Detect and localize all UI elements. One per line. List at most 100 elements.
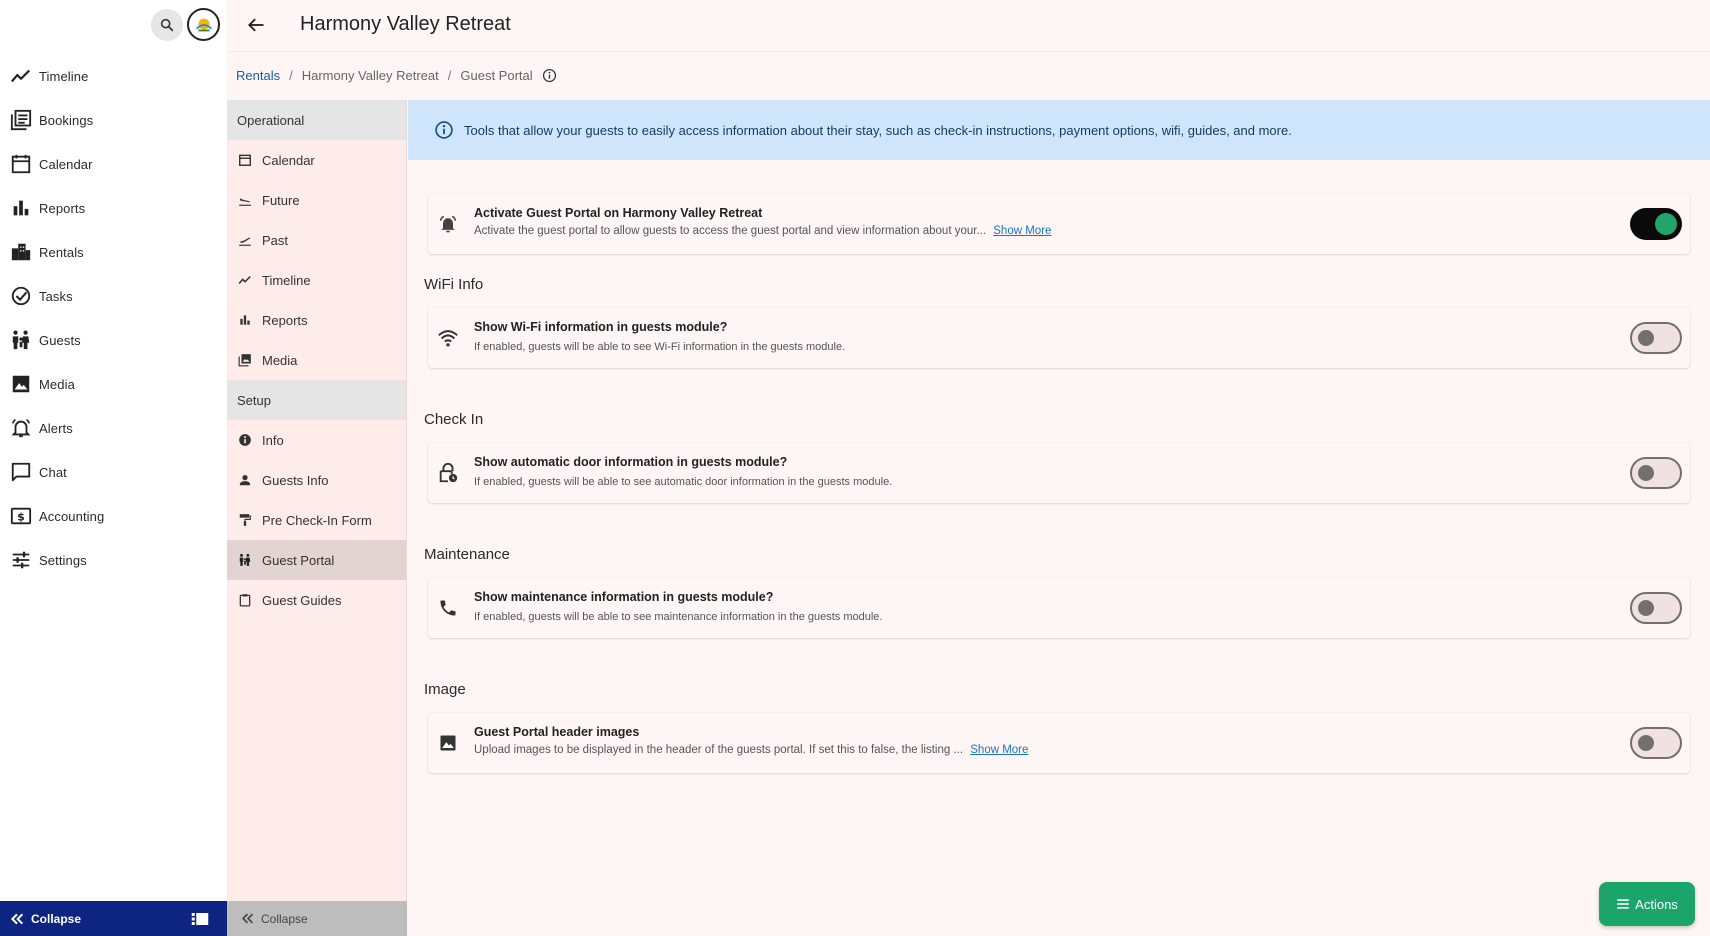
sidebar-item-guests[interactable]: Guests bbox=[0, 318, 227, 362]
subnav-item-label: Media bbox=[262, 352, 298, 368]
door-toggle[interactable] bbox=[1630, 457, 1682, 489]
sidebar-collapse-label: Collapse bbox=[31, 911, 82, 926]
breadcrumb: Rentals / Harmony Valley Retreat / Guest… bbox=[236, 68, 557, 83]
sidebar-item-chat[interactable]: Chat bbox=[0, 450, 227, 494]
sidebar-item-reports[interactable]: Reports bbox=[0, 186, 227, 230]
wifi-toggle[interactable] bbox=[1630, 322, 1682, 354]
show-more-link[interactable]: Show More bbox=[970, 744, 1028, 756]
subnav-collapse-label: Collapse bbox=[261, 911, 308, 926]
maintenance-toggle[interactable] bbox=[1630, 592, 1682, 624]
subnav-section-operational: Operational bbox=[227, 100, 406, 140]
calendar-icon bbox=[9, 152, 33, 176]
header-images-desc-text: Upload images to be displayed in the hea… bbox=[474, 744, 964, 756]
subnav-item-past[interactable]: Past bbox=[227, 220, 406, 260]
logo-icon bbox=[195, 18, 212, 31]
accounting-icon: $ bbox=[9, 504, 33, 528]
list-view-icon[interactable] bbox=[191, 911, 209, 930]
guest-portal-settings: Tools that allow your guests to easily a… bbox=[408, 100, 1710, 936]
sidebar-item-rentals[interactable]: Rentals bbox=[0, 230, 227, 274]
subnav-item-label: Future bbox=[262, 192, 300, 208]
header-images-card: Guest Portal header images Upload images… bbox=[428, 713, 1690, 773]
sidebar-item-label: Calendar bbox=[39, 156, 93, 172]
maintenance-title: Show maintenance information in guests m… bbox=[474, 590, 774, 604]
lock-clock-icon bbox=[436, 461, 460, 485]
header-images-title: Guest Portal header images bbox=[474, 725, 640, 739]
subnav-item-pre-check-in-form[interactable]: Pre Check-In Form bbox=[227, 500, 406, 540]
activate-portal-title: Activate Guest Portal on Harmony Valley … bbox=[474, 206, 763, 220]
wifi-icon bbox=[436, 326, 460, 350]
sidebar-item-bookings[interactable]: Bookings bbox=[0, 98, 227, 142]
sidebar-top bbox=[0, 0, 227, 52]
subnav-item-label: Calendar bbox=[262, 152, 315, 168]
sidebar-nav: Timeline Bookings Calendar Reports Renta… bbox=[0, 54, 227, 582]
sidebar-item-label: Settings bbox=[39, 552, 87, 568]
subnav-item-guest-portal[interactable]: Guest Portal bbox=[227, 540, 406, 580]
arrow-left-icon bbox=[248, 18, 264, 32]
section-title-wifi: WiFi Info bbox=[424, 276, 484, 293]
media-icon bbox=[9, 372, 33, 396]
toggle-knob bbox=[1655, 213, 1677, 235]
breadcrumb-rentals-link[interactable]: Rentals bbox=[236, 68, 280, 83]
sidebar-item-alerts[interactable]: Alerts bbox=[0, 406, 227, 450]
wifi-description: If enabled, guests will be able to see W… bbox=[474, 341, 846, 353]
subnav-collapse-button[interactable]: Collapse bbox=[227, 901, 407, 936]
search-icon bbox=[160, 18, 174, 32]
header-images-toggle[interactable] bbox=[1630, 727, 1682, 759]
back-button[interactable] bbox=[244, 13, 268, 37]
subnav-item-label: Guest Portal bbox=[262, 552, 335, 568]
page-header: Harmony Valley Retreat bbox=[227, 0, 1710, 52]
subnav-item-label: Timeline bbox=[262, 272, 311, 288]
show-more-link[interactable]: Show More bbox=[993, 225, 1051, 237]
sidebar-item-label: Rentals bbox=[39, 244, 84, 260]
sidebar-item-accounting[interactable]: $ Accounting bbox=[0, 494, 227, 538]
toggle-knob bbox=[1638, 735, 1654, 751]
media-icon bbox=[237, 352, 253, 368]
door-card: Show automatic door information in guest… bbox=[428, 443, 1690, 503]
sidebar-item-label: Guests bbox=[39, 332, 81, 348]
property-subnav: Operational Calendar Future Past Timelin… bbox=[227, 100, 407, 936]
family-icon bbox=[237, 552, 253, 568]
rentals-icon bbox=[9, 240, 33, 264]
actions-label: Actions bbox=[1635, 896, 1678, 912]
timeline-icon bbox=[9, 64, 33, 88]
paint-roller-icon bbox=[237, 512, 253, 528]
bookings-icon bbox=[9, 108, 33, 132]
sidebar-item-settings[interactable]: Settings bbox=[0, 538, 227, 582]
sidebar-item-calendar[interactable]: Calendar bbox=[0, 142, 227, 186]
sidebar-item-label: Tasks bbox=[39, 288, 73, 304]
subnav-item-guest-guides[interactable]: Guest Guides bbox=[227, 580, 406, 620]
person-icon bbox=[237, 472, 253, 488]
avatar[interactable] bbox=[187, 8, 220, 41]
image-icon bbox=[436, 731, 460, 755]
subnav-item-reports[interactable]: Reports bbox=[227, 300, 406, 340]
maintenance-card: Show maintenance information in guests m… bbox=[428, 578, 1690, 638]
info-outline-icon bbox=[434, 120, 454, 140]
double-chevron-left-icon bbox=[240, 911, 255, 926]
info-icon[interactable] bbox=[542, 68, 557, 83]
subnav-item-future[interactable]: Future bbox=[227, 180, 406, 220]
svg-text:$: $ bbox=[17, 511, 25, 524]
settings-icon bbox=[9, 548, 33, 572]
info-banner: Tools that allow your guests to easily a… bbox=[408, 100, 1710, 160]
toggle-knob bbox=[1638, 330, 1654, 346]
subnav-item-guests-info[interactable]: Guests Info bbox=[227, 460, 406, 500]
subnav-item-timeline[interactable]: Timeline bbox=[227, 260, 406, 300]
actions-button[interactable]: Actions bbox=[1599, 882, 1695, 926]
sidebar-item-timeline[interactable]: Timeline bbox=[0, 54, 227, 98]
subnav-item-label: Past bbox=[262, 232, 289, 248]
sidebar-item-tasks[interactable]: Tasks bbox=[0, 274, 227, 318]
sidebar-item-media[interactable]: Media bbox=[0, 362, 227, 406]
sidebar-item-label: Accounting bbox=[39, 508, 105, 524]
subnav-item-calendar[interactable]: Calendar bbox=[227, 140, 406, 180]
sidebar-collapse-button[interactable]: Collapse bbox=[0, 901, 227, 936]
search-button[interactable] bbox=[151, 9, 183, 41]
sidebar-item-label: Reports bbox=[39, 200, 86, 216]
subnav-item-media[interactable]: Media bbox=[227, 340, 406, 380]
sidebar-item-label: Media bbox=[39, 376, 75, 392]
reports-icon bbox=[9, 196, 33, 220]
guests-icon bbox=[9, 328, 33, 352]
activate-portal-description: Activate the guest portal to allow guest… bbox=[474, 225, 1051, 237]
activate-portal-toggle[interactable] bbox=[1630, 208, 1682, 240]
subnav-item-info[interactable]: Info bbox=[227, 420, 406, 460]
sidebar-item-label: Timeline bbox=[39, 68, 89, 84]
